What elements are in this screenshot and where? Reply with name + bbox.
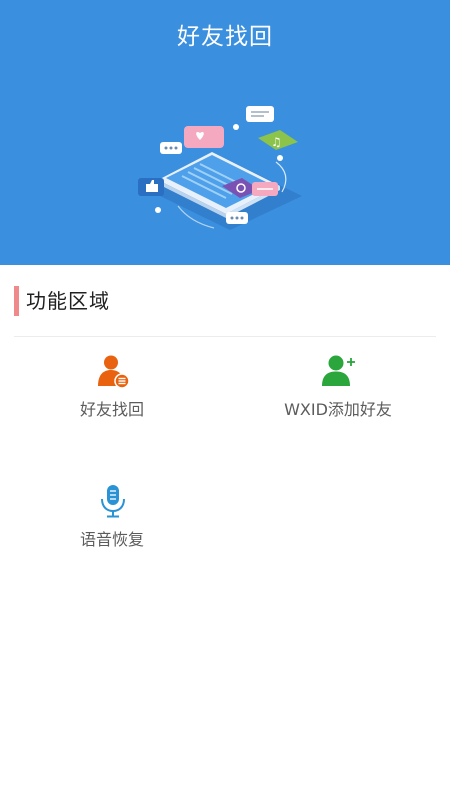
section-accent-bar: [14, 286, 19, 316]
microphone-icon: [101, 485, 125, 518]
screen: 好友找回 ♫ 功能区域 好友找回 WXID添加好友 语音恢复: [0, 0, 450, 800]
section-header: 功能区域: [14, 284, 434, 316]
svg-text:♫: ♫: [271, 135, 282, 149]
friend-recovery-button[interactable]: 好友找回: [22, 354, 202, 454]
voice-recovery-label: 语音恢复: [79, 530, 144, 549]
friend-recovery-label: 好友找回: [79, 400, 144, 419]
header: 好友找回 ♫: [0, 0, 450, 265]
wxid-add-friend-button[interactable]: WXID添加好友: [248, 354, 428, 454]
section-title: 功能区域: [26, 289, 110, 313]
hero-illustration: ♫: [138, 106, 302, 230]
wxid-add-friend-label: WXID添加好友: [284, 400, 392, 419]
voice-recovery-button[interactable]: 语音恢复: [22, 484, 202, 584]
user-add-icon: [322, 355, 355, 386]
user-list-icon: [98, 355, 130, 388]
divider: [14, 336, 436, 337]
page-title: 好友找回: [177, 24, 273, 50]
